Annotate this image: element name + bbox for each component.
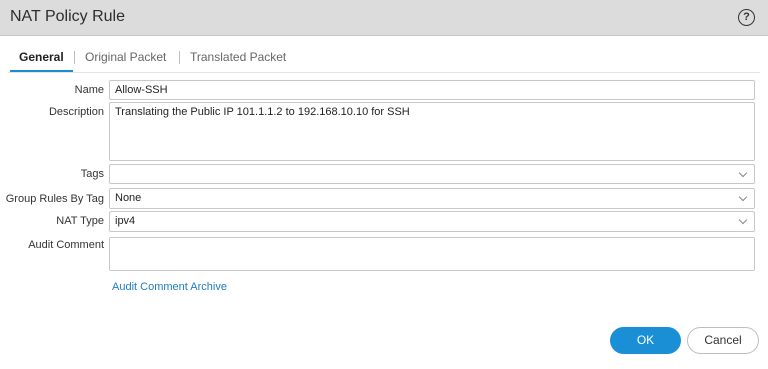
tab-bar-divider (8, 72, 760, 73)
tab-translated-packet[interactable]: Translated Packet (190, 50, 286, 64)
tab-original-packet[interactable]: Original Packet (85, 50, 166, 64)
tags-select[interactable] (109, 164, 755, 184)
name-input[interactable]: Allow-SSH (109, 80, 755, 100)
audit-comment-label: Audit Comment (28, 239, 104, 251)
chevron-down-icon (738, 168, 748, 178)
nat-policy-rule-dialog: NAT Policy Rule ? General Original Packe… (0, 0, 768, 369)
nat-type-value: ipv4 (115, 215, 136, 227)
tags-label: Tags (80, 168, 104, 180)
help-icon[interactable]: ? (738, 9, 755, 26)
cancel-button[interactable]: Cancel (687, 327, 759, 354)
tab-general[interactable]: General (19, 50, 64, 64)
name-label: Name (74, 84, 104, 96)
dialog-title-bar: NAT Policy Rule ? (0, 0, 768, 36)
group-rules-by-tag-value: None (115, 192, 142, 204)
nat-type-label: NAT Type (56, 215, 104, 227)
dialog-title: NAT Policy Rule (10, 8, 125, 25)
tab-divider (74, 51, 75, 64)
audit-comment-textarea[interactable] (109, 237, 755, 271)
ok-button[interactable]: OK (610, 327, 681, 354)
audit-comment-archive-link[interactable]: Audit Comment Archive (112, 281, 227, 293)
chevron-down-icon (738, 192, 748, 202)
nat-type-select[interactable]: ipv4 (109, 211, 755, 232)
chevron-down-icon (738, 215, 748, 225)
description-label: Description (48, 106, 104, 118)
tab-bar: General Original Packet Translated Packe… (8, 42, 760, 72)
group-rules-by-tag-select[interactable]: None (109, 188, 755, 209)
description-textarea[interactable]: Translating the Public IP 101.1.1.2 to 1… (109, 102, 755, 161)
group-rules-by-tag-label: Group Rules By Tag (5, 193, 104, 205)
tab-divider (179, 51, 180, 64)
